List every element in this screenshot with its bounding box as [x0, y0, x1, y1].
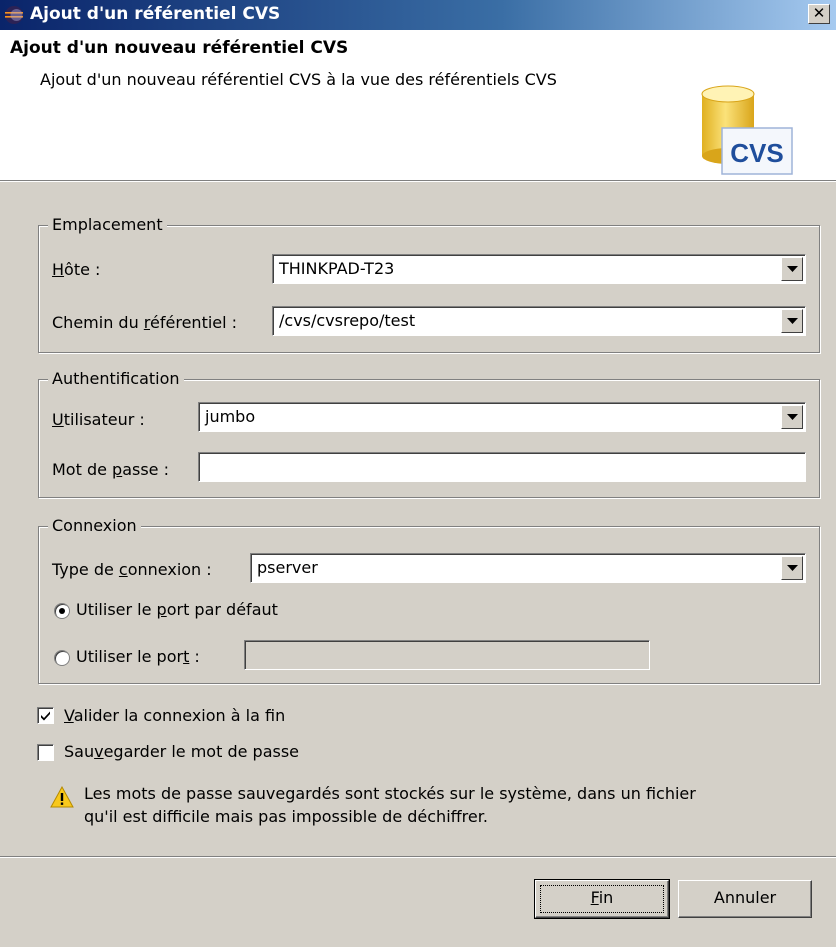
- host-combo[interactable]: THINKPAD-T23: [272, 254, 806, 284]
- svg-text:CVS: CVS: [730, 138, 783, 168]
- title-bar[interactable]: Ajout d'un référentiel CVS ✕: [0, 0, 836, 30]
- radio-selected-dot: [59, 608, 65, 614]
- host-label: Hôte :: [52, 260, 101, 279]
- chevron-down-icon: [787, 266, 798, 272]
- finish-button[interactable]: Fin: [534, 879, 670, 919]
- host-dropdown-button[interactable]: [781, 257, 803, 281]
- connection-type-dropdown-button[interactable]: [781, 556, 803, 580]
- eclipse-icon: [5, 6, 23, 24]
- default-port-label[interactable]: Utiliser le port par défaut: [76, 600, 278, 619]
- user-dropdown-button[interactable]: [781, 405, 803, 429]
- custom-port-radio[interactable]: [54, 650, 70, 666]
- warning-line-2: qu'il est difficile mais pas impossible …: [84, 807, 488, 826]
- default-port-radio[interactable]: [54, 603, 70, 619]
- repository-path-dropdown-button[interactable]: [781, 309, 803, 333]
- cvs-repository-icon: CVS: [701, 85, 793, 175]
- save-password-checkbox[interactable]: [37, 744, 54, 761]
- repository-path-combo[interactable]: /cvs/cvsrepo/test: [272, 306, 806, 336]
- validate-connection-label[interactable]: Valider la connexion à la fin: [64, 706, 285, 725]
- window-title: Ajout d'un référentiel CVS: [30, 4, 281, 24]
- focus-indicator: [540, 885, 664, 913]
- password-field[interactable]: [198, 452, 806, 482]
- dialog-window: Ajout d'un référentiel CVS ✕ Ajout d'un …: [0, 0, 836, 947]
- banner-separator: [0, 180, 836, 182]
- user-combo[interactable]: jumbo: [198, 402, 806, 432]
- user-label: Utilisateur :: [52, 410, 145, 429]
- chevron-down-icon: [787, 565, 798, 571]
- password-label: Mot de passe :: [52, 460, 169, 479]
- banner-title: Ajout d'un nouveau référentiel CVS: [10, 38, 349, 58]
- chevron-down-icon: [787, 318, 798, 324]
- banner-description: Ajout d'un nouveau référentiel CVS à la …: [40, 70, 557, 89]
- authentication-legend: Authentification: [48, 369, 184, 388]
- close-icon: ✕: [812, 4, 826, 22]
- connection-type-combo[interactable]: pserver: [250, 553, 806, 583]
- cancel-button[interactable]: Annuler: [678, 880, 812, 918]
- connection-legend: Connexion: [48, 516, 141, 535]
- repository-path-value: /cvs/cvsrepo/test: [279, 311, 416, 330]
- custom-port-label[interactable]: Utiliser le port :: [76, 647, 200, 666]
- warning-icon: [50, 786, 74, 808]
- buttons-separator: [0, 856, 836, 858]
- connection-type-label: Type de connexion :: [52, 560, 212, 579]
- custom-port-field[interactable]: [244, 640, 650, 670]
- connection-type-value: pserver: [257, 558, 318, 577]
- host-value: THINKPAD-T23: [279, 259, 395, 278]
- repository-path-label: Chemin du référentiel :: [52, 313, 238, 332]
- location-legend: Emplacement: [48, 215, 167, 234]
- validate-connection-checkbox[interactable]: [37, 707, 54, 724]
- chevron-down-icon: [787, 414, 798, 420]
- save-password-label[interactable]: Sauvegarder le mot de passe: [64, 742, 299, 761]
- checkmark-icon: [41, 711, 50, 721]
- close-button[interactable]: ✕: [808, 4, 830, 24]
- user-value: jumbo: [205, 407, 256, 426]
- warning-line-1: Les mots de passe sauvegardés sont stock…: [84, 784, 696, 803]
